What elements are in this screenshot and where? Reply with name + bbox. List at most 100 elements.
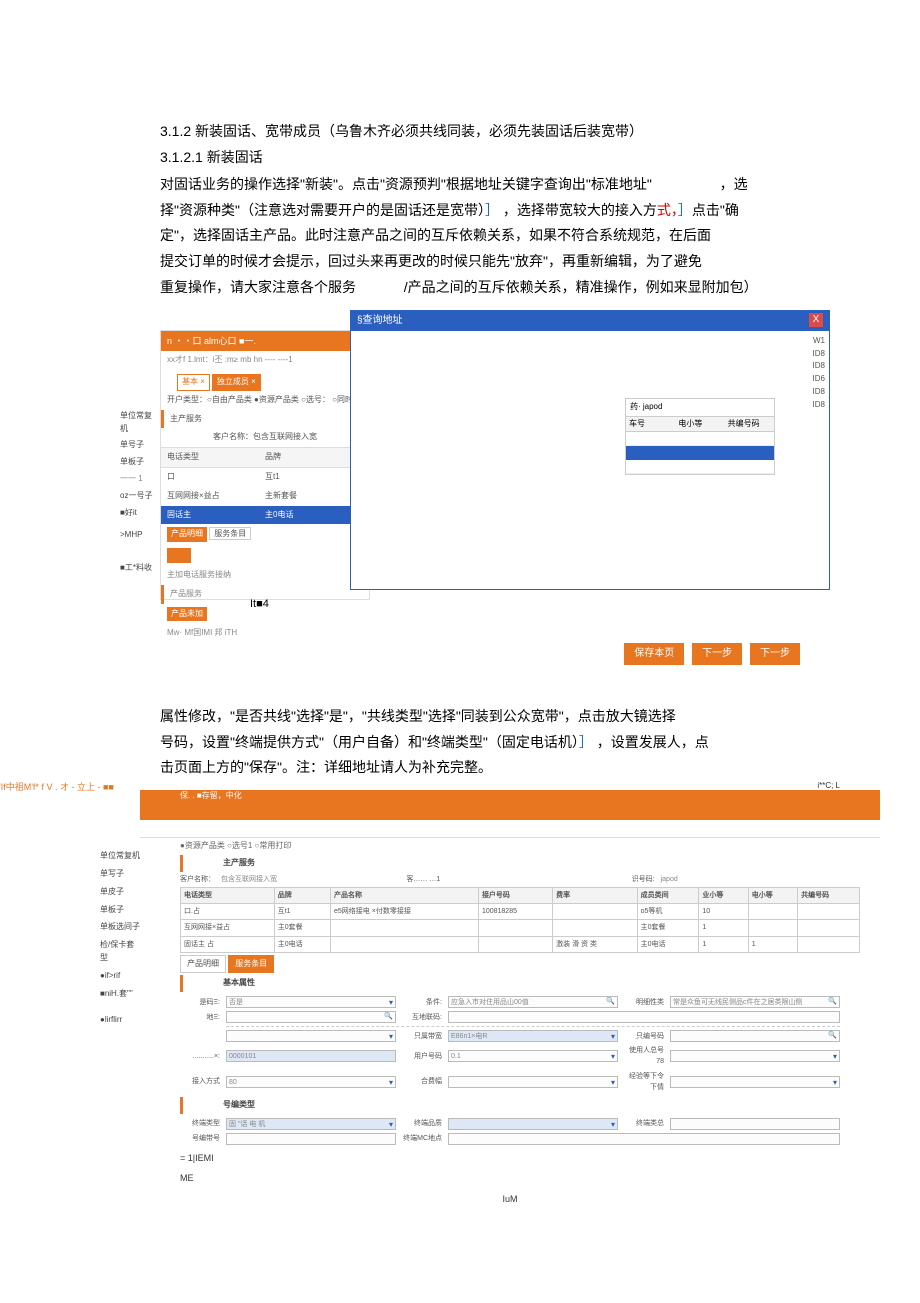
s2-prod-tabs: 产品明细 服务条目	[180, 955, 840, 974]
s1-td1a: 口	[167, 471, 265, 484]
s2-top-right: i**C; L	[817, 780, 880, 793]
s1-sb-2b: 一一 1	[120, 473, 156, 486]
next-button-2[interactable]: 下一步	[750, 643, 800, 665]
c	[478, 920, 552, 936]
s2-topbar-text: 保. . ■存留，中化	[140, 791, 242, 800]
heading-3-1-2-1: 3.1.2.1 新装固话	[160, 146, 840, 168]
input-num-band[interactable]	[226, 1133, 396, 1145]
s2-th-3: 接户号码	[478, 887, 552, 903]
close-icon[interactable]: X	[809, 313, 823, 327]
s1-td1b: 互t1	[265, 471, 363, 484]
c: 1	[748, 936, 797, 952]
select-terminal-qual[interactable]	[448, 1118, 618, 1130]
figure-caption: It■4	[250, 596, 269, 614]
p5b: /产品之间的互斥依赖关系，精准操作，例如来显附加包）	[404, 279, 758, 295]
p5a: 重复操作，请大家注意各个服务	[160, 279, 356, 295]
c: 互t1	[274, 904, 330, 920]
s2-footer-3: IuM	[180, 1192, 840, 1206]
s2-sb-5: 检/保卡套型	[100, 939, 142, 965]
table-row[interactable]: 互网网接×益占 主0套餐 主0套餐 1	[181, 920, 860, 936]
s2-th-6: 业小等	[699, 887, 748, 903]
save-button[interactable]: 保存本页	[624, 643, 684, 665]
s1-prodtab2[interactable]: 服务条目	[209, 527, 251, 540]
s1-sb-5: >MHP	[120, 529, 156, 542]
input-condition[interactable]: 应急入市对住用品山00值	[448, 996, 618, 1008]
lbl: 终端品质	[402, 1118, 442, 1129]
p7b: ，设置发展人，点	[597, 734, 709, 750]
s2-section2: 基本属性	[180, 975, 880, 992]
s1-tab-member[interactable]: 独立成员 ×	[212, 374, 261, 391]
s1-sb-0: 单位常复机	[120, 410, 156, 436]
s1-td2b: 主新套餐	[265, 490, 363, 503]
next-button-1[interactable]: 下一步	[692, 643, 742, 665]
c	[553, 904, 637, 920]
s2-th-7: 电小等	[748, 887, 797, 903]
lbl: 号编带号	[180, 1133, 220, 1144]
input-detailclass[interactable]: 常是众鱼可无线民侧品c件在之居类限山侧	[670, 996, 840, 1008]
paragraph-line-1: 对固话业务的操作选择"新装"。点击"资源预判"根据地址关键字查询出"标准地址" …	[160, 173, 840, 197]
c: 主0套餐	[637, 920, 699, 936]
rc2: ID8	[785, 360, 825, 373]
c	[748, 920, 797, 936]
rp-th1: 电小等	[675, 417, 724, 432]
s2-sb-1: 单写子	[100, 868, 142, 881]
s1-th2: 品牌	[265, 451, 363, 464]
s1-sb-4: ■好it	[120, 507, 156, 520]
lbl: 终端MC地点	[402, 1133, 442, 1144]
paragraph-line-2: 择"资源种类"（注意选对需要开户的是固话还是宽带）］ ，选择带宽较大的接入方式，…	[160, 199, 840, 223]
table-row[interactable]: 口.占 互t1 e5网络接电 ×付数零接接 100818285 o5等机 10	[181, 904, 860, 920]
p7a: 号码，设置"终端提供方式"（用户自备）和"终端类型"（固定电话机）	[160, 734, 579, 750]
s2-th-2: 产品名称	[331, 887, 479, 903]
lbl: 只编号码	[624, 1031, 664, 1042]
s1-td3a[interactable]: 固话主	[167, 509, 265, 522]
c	[798, 920, 860, 936]
rp-th2: 共编号码	[725, 417, 774, 432]
s2-topbar: 保. . ■存留，中化 i**C; L	[140, 790, 880, 820]
s1-td3b[interactable]: 主0电话	[265, 509, 363, 522]
s1-prodtab1[interactable]: 产品明细	[167, 527, 207, 542]
s1-bottom-block[interactable]	[167, 548, 191, 563]
paragraph-line-6: 属性修改，"是否共线"选择"是"，"共线类型"选择"同装到公众宽带"，点击放大镜…	[160, 705, 840, 729]
input-terminal-total[interactable]	[670, 1118, 840, 1130]
c	[748, 904, 797, 920]
s2-table: 电话类型 品牌 产品名称 接户号码 费率 成员类间 业小等 电小等 共编号码 口…	[180, 887, 860, 953]
c: 10	[699, 904, 748, 920]
select-terminal-type[interactable]: 固 "话 电 机	[226, 1118, 396, 1130]
select-fee[interactable]	[448, 1076, 618, 1088]
s2-f2l: 客…… …1	[406, 874, 440, 885]
p2b: ，选择带宽较大的接入方	[503, 202, 657, 218]
input-dots[interactable]: 0000101	[226, 1050, 396, 1062]
s1-tabs: 基本 × 独立成员 ×	[161, 370, 369, 391]
input-shared-num[interactable]	[670, 1030, 840, 1042]
screenshot-2: 小'If中祖M'f* f V . オ - 立上 - ■■ 单位常复机 单写子 单…	[140, 790, 880, 1120]
s2-prodtab-2[interactable]: 服务条目	[228, 955, 274, 974]
table-row[interactable]: 固话主 占 主0电话 激装 滑 资 类 主0电话 1 1	[181, 936, 860, 952]
s1-filter: 客户名称：包含互联网接入宽	[161, 428, 369, 447]
s1-tab-basic[interactable]: 基本 ×	[177, 374, 210, 391]
select-is-shared[interactable]: 否是	[226, 996, 396, 1008]
select-bandwidth[interactable]: E86n1×电R	[448, 1030, 618, 1042]
input-terminal-mc[interactable]	[448, 1133, 840, 1145]
lbl: 用户号码	[402, 1051, 442, 1062]
s2-th-5: 成员类间	[637, 887, 699, 903]
select-access[interactable]: 80	[226, 1076, 396, 1088]
s2-sb-6: ●if>rif	[100, 970, 142, 983]
s1-bottom-btn[interactable]: 产品未加	[167, 607, 207, 622]
lbl: 使用人总号 78	[624, 1045, 664, 1067]
c	[331, 920, 479, 936]
s2-f3l: 识号码:	[632, 874, 655, 885]
input-loc-code[interactable]	[448, 1011, 840, 1023]
lbl: 合费幅	[402, 1076, 442, 1087]
s2-prodtab-1[interactable]: 产品明细	[180, 955, 226, 974]
s1-radio-row[interactable]: 开户类型：○自由产品类 ●资源产品类 ○选号： ○同时	[161, 391, 369, 410]
s2-f1v: 包含互联网接入宽	[221, 874, 400, 885]
select-user-num[interactable]: 0.1	[448, 1050, 618, 1062]
select-x[interactable]	[226, 1030, 396, 1042]
s2-sb-4: 单板选间子	[100, 921, 142, 934]
select-user-total[interactable]	[670, 1050, 840, 1062]
s2-section3: 号编类型	[180, 1097, 880, 1114]
select-exp[interactable]	[670, 1076, 840, 1088]
s2-radio-row[interactable]: ●资源产品类 ○选号1 ○常用打印	[140, 838, 880, 855]
input-addr[interactable]	[226, 1011, 396, 1023]
s1-extra1: 主加电话服务接纳	[161, 566, 369, 585]
